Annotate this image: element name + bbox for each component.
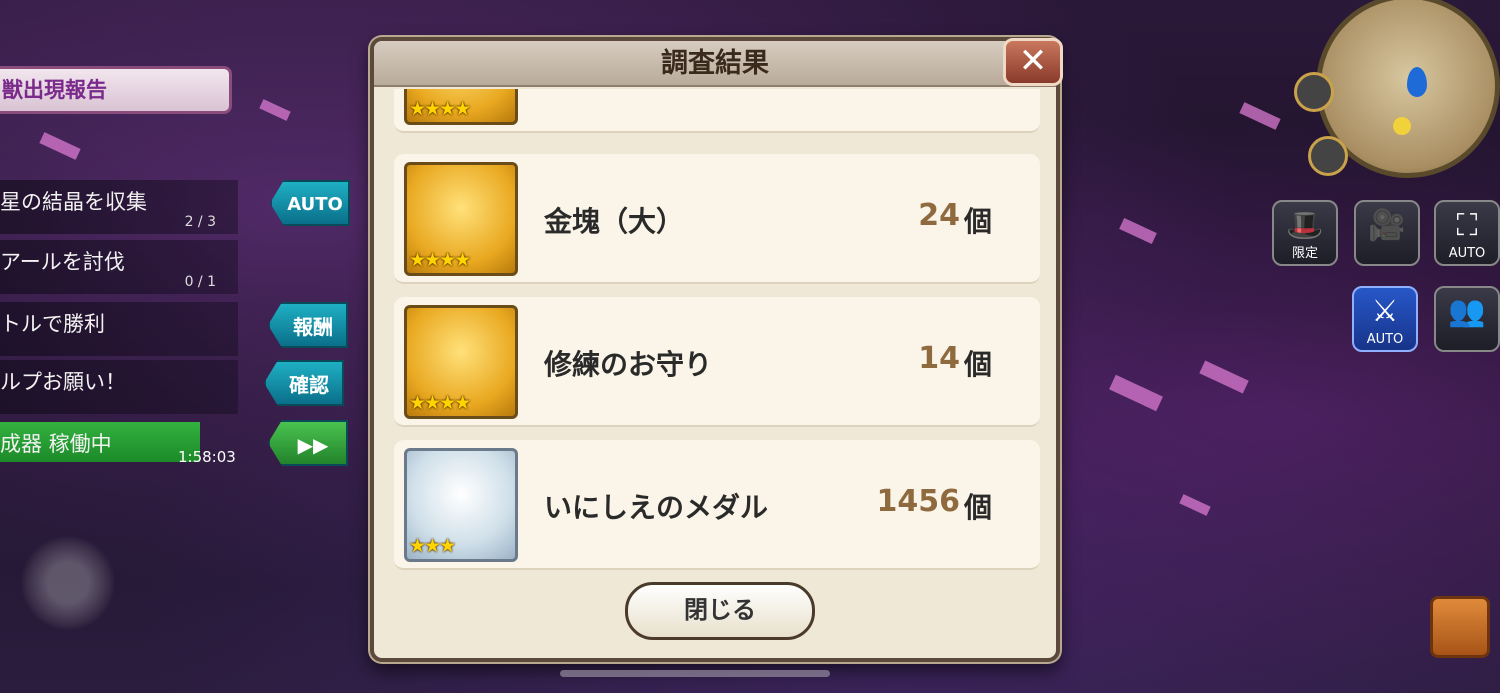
ancient-medal-icon: ★★★ (404, 448, 518, 562)
list-item: ★★★★ 修練のお守り 14 個 (394, 297, 1040, 427)
crossed-swords-icon: ⚔ (1371, 294, 1399, 329)
location-pin-icon (1407, 67, 1427, 97)
monster-report-banner[interactable]: 獣出現報告 (0, 66, 232, 114)
crystal-shard (1109, 374, 1163, 412)
player-marker-icon (1393, 117, 1411, 135)
party-icon: 👥 (1448, 294, 1486, 329)
crystal-shard (1179, 494, 1211, 516)
gold-bars-icon: ★★★★ (404, 162, 518, 276)
item-icon: ★★★★ (404, 89, 518, 125)
result-list[interactable]: ★★★★ ★★★★ 金塊（大） 24 個 ★★★★ 修練のお守り 14 個 ★★… (392, 89, 1042, 573)
companion-icon[interactable] (1308, 136, 1348, 176)
rarity-stars: ★★★★ (409, 249, 471, 271)
quest-text: アールを討伐 (0, 250, 125, 274)
quest-row-generator[interactable]: 成器 稼働中 (0, 422, 200, 462)
item-unit: 個 (964, 491, 993, 524)
auto-button[interactable]: AUTO (270, 180, 350, 226)
rarity-stars: ★★★★ (409, 392, 471, 414)
item-quantity: 24 (918, 198, 960, 233)
crystal-shard (39, 132, 81, 160)
quest-row-defeat[interactable]: アールを討伐 0 / 1 (0, 240, 238, 294)
auto-label: AUTO (1366, 332, 1404, 347)
camera-button[interactable]: 🎥 (1354, 200, 1420, 266)
close-icon[interactable]: ✕ (1003, 38, 1063, 86)
quest-text: 星の結晶を収集 (0, 190, 147, 214)
crystal-shard (259, 99, 291, 121)
dialog-title: 調査結果 (374, 41, 1056, 87)
quest-row-crystal[interactable]: 星の結晶を収集 2 / 3 (0, 180, 238, 234)
auto-battle-button[interactable]: ⚔ AUTO (1352, 286, 1418, 352)
auto-capture-button[interactable]: ⛶ AUTO (1434, 200, 1500, 266)
crystal-shard (1199, 360, 1249, 394)
rarity-stars: ★★★★ (409, 98, 471, 120)
quest-text: ルプお願い！ (0, 370, 126, 394)
crystal-shard (1119, 217, 1157, 245)
fast-forward-button[interactable]: ▶▶ (268, 420, 348, 466)
virtual-joystick[interactable] (20, 535, 116, 631)
item-unit: 個 (964, 348, 993, 381)
home-indicator (560, 670, 830, 677)
treasure-chest-icon[interactable] (1430, 596, 1490, 658)
confirm-button[interactable]: 確認 (264, 360, 344, 406)
item-unit: 個 (964, 205, 993, 238)
camera-icon: 🎥 (1368, 208, 1406, 243)
reward-button[interactable]: 報酬 (268, 302, 348, 348)
generator-timer: 1:58:03 (178, 448, 236, 466)
top-hat-icon: 🎩 (1286, 208, 1324, 243)
item-name: 修練のお守り (544, 348, 713, 381)
item-name: 金塊（大） (544, 205, 685, 238)
quest-row-battle[interactable]: トルで勝利 (0, 302, 238, 356)
quest-count: 0 / 1 (184, 274, 216, 290)
map-toggle-icon[interactable] (1294, 72, 1334, 112)
auto-label: AUTO (1448, 246, 1486, 261)
investigation-result-dialog: 調査結果 ✕ ★★★★ ★★★★ 金塊（大） 24 個 ★★★★ 修練のお守り … (370, 37, 1063, 662)
item-quantity: 1456 (876, 484, 961, 519)
list-item: ★★★★ (394, 89, 1040, 133)
item-quantity: 14 (918, 341, 960, 376)
quest-count: 2 / 3 (184, 214, 216, 230)
rarity-stars: ★★★ (409, 535, 456, 557)
limited-button[interactable]: 🎩 限定 (1272, 200, 1338, 266)
amulet-icon: ★★★★ (404, 305, 518, 419)
list-item: ★★★★ 金塊（大） 24 個 (394, 154, 1040, 284)
quest-row-help[interactable]: ルプお願い！ (0, 360, 238, 414)
quest-text: 成器 稼働中 (0, 432, 112, 456)
party-button[interactable]: 👥 (1434, 286, 1500, 352)
list-item: ★★★ いにしえのメダル 1456 個 (394, 440, 1040, 570)
crystal-shard (1239, 102, 1281, 130)
quest-text: トルで勝利 (0, 312, 105, 336)
limited-label: 限定 (1291, 246, 1318, 261)
item-name: いにしえのメダル (544, 491, 769, 524)
close-button[interactable]: 閉じる (625, 582, 815, 640)
capture-frame-icon: ⛶ (1456, 208, 1478, 243)
